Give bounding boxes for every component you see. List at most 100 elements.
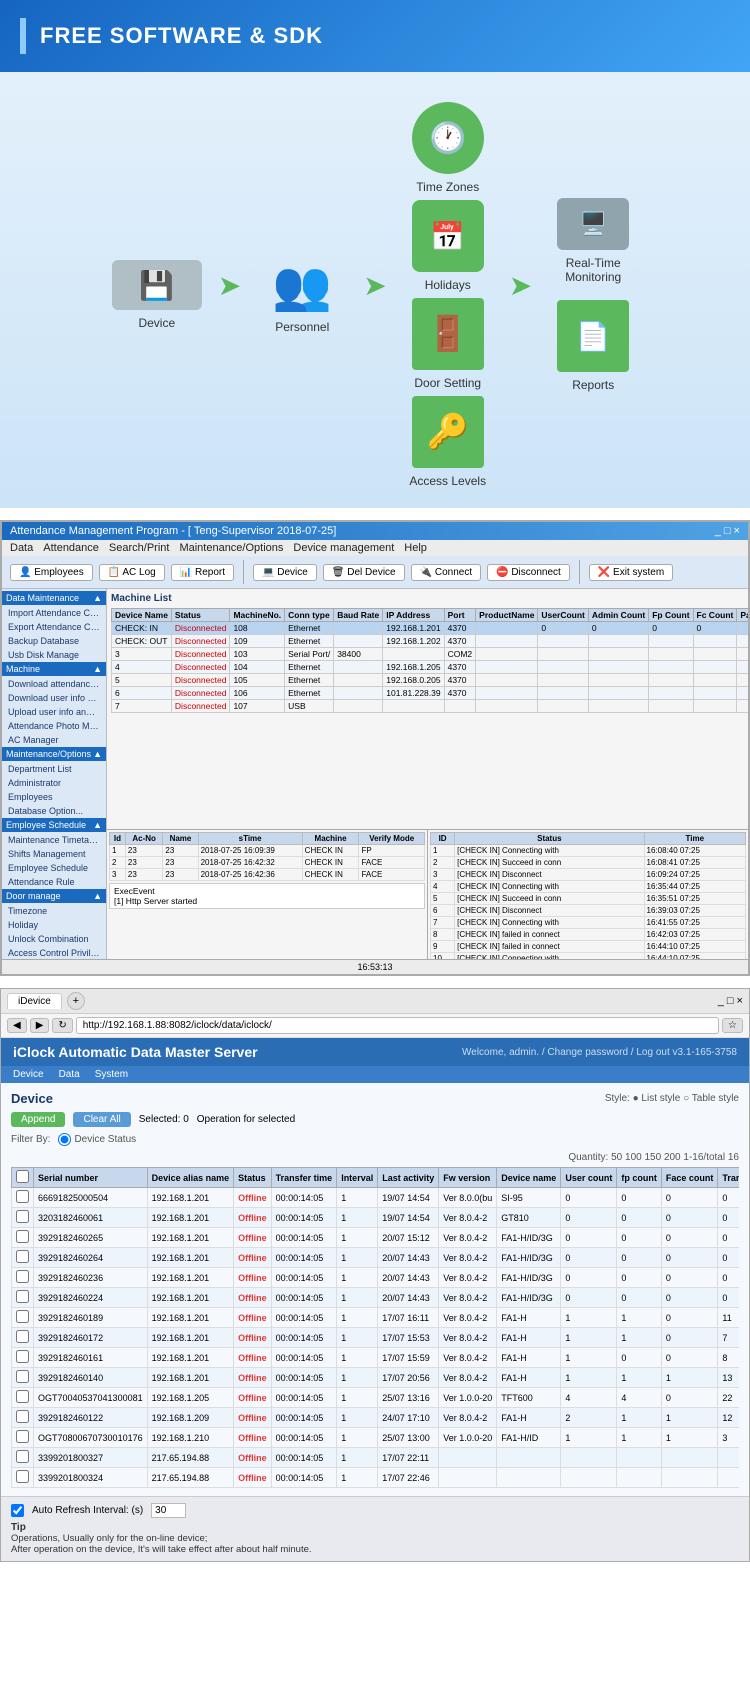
- submenu-device[interactable]: Device: [13, 1069, 44, 1080]
- sidebar-item-backup[interactable]: Backup Database: [2, 634, 106, 648]
- interval-input[interactable]: [151, 1503, 186, 1518]
- filter-radio[interactable]: [58, 1133, 71, 1146]
- row-checkbox[interactable]: [16, 1250, 29, 1263]
- sidebar-item-import[interactable]: Import Attendance Checking Data: [2, 606, 106, 620]
- machine-cell: 0: [538, 622, 588, 635]
- sidebar-item-dept[interactable]: Department List: [2, 762, 106, 776]
- iclock-filter: Filter By: Device Status: [11, 1133, 739, 1146]
- sidebar-item-acprivilege[interactable]: Access Control Privilege: [2, 946, 106, 959]
- iclock-cell: Offline: [234, 1348, 272, 1368]
- iclock-cell: 3399201800327: [34, 1448, 148, 1468]
- sidebar-item-ac[interactable]: AC Manager: [2, 733, 106, 747]
- row-checkbox-cell[interactable]: [12, 1328, 34, 1348]
- row-checkbox[interactable]: [16, 1210, 29, 1223]
- sidebar-item-holiday[interactable]: Holiday: [2, 918, 106, 932]
- browser-tab[interactable]: iDevice: [7, 993, 62, 1009]
- iclock-content-header: Device Style: ● List style ○ Table style: [11, 1091, 739, 1106]
- row-checkbox-cell[interactable]: [12, 1188, 34, 1208]
- iclock-cell: 3399201800324: [34, 1468, 148, 1488]
- sidebar-section-maintenance[interactable]: Maintenance/Options ▲: [2, 747, 106, 761]
- amp-menu-search[interactable]: Search/Print: [109, 542, 170, 554]
- sidebar-section-door[interactable]: Door manage ▲: [2, 889, 106, 903]
- row-checkbox-cell[interactable]: [12, 1388, 34, 1408]
- sidebar-item-admin[interactable]: Administrator: [2, 776, 106, 790]
- style-toggle[interactable]: Style: ● List style ○ Table style: [605, 1093, 739, 1104]
- row-checkbox[interactable]: [16, 1470, 29, 1483]
- row-checkbox-cell[interactable]: [12, 1408, 34, 1428]
- sidebar-section-data[interactable]: Data Maintenance ▲: [2, 591, 106, 605]
- iclock-cell: 24/07 17:10: [378, 1408, 439, 1428]
- btn-connect[interactable]: 🔌 Connect: [411, 564, 481, 581]
- new-tab-btn[interactable]: +: [67, 992, 85, 1010]
- amp-menu-maintenance[interactable]: Maintenance/Options: [179, 542, 283, 554]
- sidebar-item-dllog[interactable]: Download attendance logs: [2, 677, 106, 691]
- sidebar-item-uploaduser[interactable]: Upload user info and FP: [2, 705, 106, 719]
- sidebar-item-export[interactable]: Export Attendance Checking Data: [2, 620, 106, 634]
- sidebar-item-timezone[interactable]: Timezone: [2, 904, 106, 918]
- iclock-cell: 192.168.1.209: [147, 1408, 234, 1428]
- back-btn[interactable]: ◀: [7, 1018, 27, 1033]
- btn-disconnect[interactable]: ⛔ Disconnect: [487, 564, 570, 581]
- row-checkbox[interactable]: [16, 1370, 29, 1383]
- sidebar-item-attrule[interactable]: Attendance Rule: [2, 875, 106, 889]
- amp-menu-data[interactable]: Data: [10, 542, 33, 554]
- sidebar-item-photo[interactable]: Attendance Photo Management: [2, 719, 106, 733]
- row-checkbox-cell[interactable]: [12, 1288, 34, 1308]
- sidebar-item-employees[interactable]: Employees: [2, 790, 106, 804]
- row-checkbox[interactable]: [16, 1350, 29, 1363]
- btn-deldevice[interactable]: 🗑 Del Device: [323, 564, 405, 581]
- sidebar-section-schedule[interactable]: Employee Schedule ▲: [2, 818, 106, 832]
- sidebar-section-machine[interactable]: Machine ▲: [2, 662, 106, 676]
- sidebar-item-usb[interactable]: Usb Disk Manage: [2, 648, 106, 662]
- btn-append[interactable]: Append: [11, 1112, 65, 1127]
- row-checkbox-cell[interactable]: [12, 1268, 34, 1288]
- select-all-checkbox[interactable]: [16, 1170, 29, 1183]
- row-checkbox[interactable]: [16, 1450, 29, 1463]
- iclock-cell: 3929182460172: [34, 1328, 148, 1348]
- row-checkbox[interactable]: [16, 1410, 29, 1423]
- row-checkbox[interactable]: [16, 1390, 29, 1403]
- iclock-cell: FA1-H/ID/3G: [497, 1248, 561, 1268]
- btn-device[interactable]: 💻 Device: [253, 564, 317, 581]
- row-checkbox-cell[interactable]: [12, 1448, 34, 1468]
- sidebar-item-dluserinfo[interactable]: Download user info and Fp: [2, 691, 106, 705]
- row-checkbox[interactable]: [16, 1330, 29, 1343]
- forward-btn[interactable]: ▶: [30, 1018, 50, 1033]
- row-checkbox[interactable]: [16, 1270, 29, 1283]
- sidebar-item-shifts[interactable]: Shifts Management: [2, 847, 106, 861]
- row-checkbox-cell[interactable]: [12, 1208, 34, 1228]
- bookmark-btn[interactable]: ☆: [722, 1018, 743, 1033]
- row-checkbox[interactable]: [16, 1430, 29, 1443]
- sidebar-item-unlock[interactable]: Unlock Combination: [2, 932, 106, 946]
- btn-report[interactable]: 📊 Report: [171, 564, 234, 581]
- btn-employees[interactable]: 👤 Employees: [10, 564, 93, 581]
- iclock-cell: FA1-H/ID/3G: [497, 1268, 561, 1288]
- row-checkbox[interactable]: [16, 1310, 29, 1323]
- row-checkbox[interactable]: [16, 1230, 29, 1243]
- btn-aclog[interactable]: 📋 AC Log: [99, 564, 165, 581]
- row-checkbox-cell[interactable]: [12, 1428, 34, 1448]
- auto-refresh-checkbox[interactable]: [11, 1504, 24, 1517]
- amp-menu-help[interactable]: Help: [404, 542, 427, 554]
- sidebar-item-empschedule[interactable]: Employee Schedule: [2, 861, 106, 875]
- row-checkbox[interactable]: [16, 1290, 29, 1303]
- row-checkbox-cell[interactable]: [12, 1368, 34, 1388]
- btn-clearall[interactable]: Clear All: [73, 1112, 130, 1127]
- device-icon: 💾: [112, 260, 202, 310]
- btn-exit[interactable]: ❌ Exit system: [589, 564, 673, 581]
- row-checkbox-cell[interactable]: [12, 1308, 34, 1328]
- refresh-btn[interactable]: ↻: [52, 1018, 72, 1033]
- row-checkbox[interactable]: [16, 1190, 29, 1203]
- row-checkbox-cell[interactable]: [12, 1248, 34, 1268]
- row-checkbox-cell[interactable]: [12, 1348, 34, 1368]
- filter-option[interactable]: Device Status: [58, 1133, 136, 1146]
- url-bar[interactable]: [76, 1017, 719, 1034]
- amp-menu-attendance[interactable]: Attendance: [43, 542, 99, 554]
- row-checkbox-cell[interactable]: [12, 1468, 34, 1488]
- sidebar-item-timetable[interactable]: Maintenance Timetables: [2, 833, 106, 847]
- submenu-system[interactable]: System: [95, 1069, 128, 1080]
- amp-menu-device[interactable]: Device management: [293, 542, 394, 554]
- sidebar-item-dbopt[interactable]: Database Option...: [2, 804, 106, 818]
- row-checkbox-cell[interactable]: [12, 1228, 34, 1248]
- submenu-data[interactable]: Data: [59, 1069, 80, 1080]
